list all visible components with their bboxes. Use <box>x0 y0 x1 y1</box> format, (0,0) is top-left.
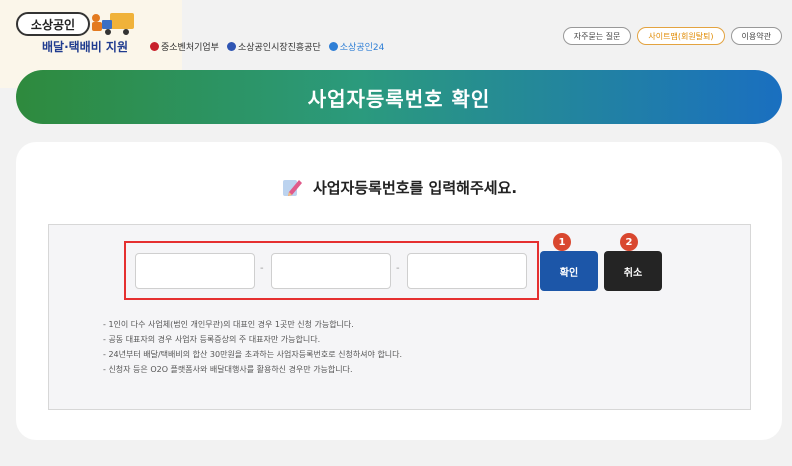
org-logos: 중소벤처기업부 소상공인시장진흥공단 소상공인24 <box>150 40 384 53</box>
site-header: 소상공인 배달·택배비 지원 중소벤처기업부 소상공인시장진흥공단 소상공인24… <box>0 0 792 88</box>
business-number-part1-input[interactable] <box>135 253 255 289</box>
step-badge-1: 1 <box>553 233 571 251</box>
org-sbiz24: 소상공인24 <box>328 40 385 53</box>
business-number-part3-input[interactable] <box>407 253 527 289</box>
government-emblem-icon <box>150 42 159 51</box>
logo-subtitle: 배달·택배비 지원 <box>42 40 129 54</box>
logo-badge: 소상공인 <box>16 12 90 36</box>
faq-link[interactable]: 자주묻는 질문 <box>562 27 632 45</box>
notice-item: 신청자 등은 O2O 플랫폼사와 배달대행사를 활용하신 경우만 가능합니다. <box>103 362 402 377</box>
input-prompt: 사업자등록번호를 입력해주세요. <box>16 176 782 198</box>
org-mss: 중소벤처기업부 <box>150 40 219 53</box>
business-number-form: - - 1 2 확인 취소 1인이 다수 사업체(법인 개인무관)의 대표인 경… <box>48 224 751 410</box>
business-number-part2-input[interactable] <box>271 253 391 289</box>
separator-dash: - <box>396 263 400 274</box>
step-badge-2: 2 <box>620 233 638 251</box>
prompt-text: 사업자등록번호를 입력해주세요. <box>312 178 518 197</box>
confirm-button[interactable]: 확인 <box>540 251 598 291</box>
delivery-truck-icon <box>92 13 134 35</box>
org-sbiz24-label: 소상공인24 <box>339 43 385 53</box>
notice-item: 24년부터 배달/택배비의 합산 30만원을 초과하는 사업자등록번호로 신청하… <box>103 347 402 362</box>
org-mss-label: 중소벤처기업부 <box>161 43 219 53</box>
notice-list: 1인이 다수 사업체(법인 개인무관)의 대표인 경우 1곳만 신청 가능합니다… <box>103 317 402 377</box>
notice-item: 1인이 다수 사업체(법인 개인무관)의 대표인 경우 1곳만 신청 가능합니다… <box>103 317 402 332</box>
semas-logo-icon <box>226 42 236 51</box>
org-semas-label: 소상공인시장진흥공단 <box>237 43 321 53</box>
pencil-icon <box>282 180 302 196</box>
page-title: 사업자등록번호 확인 <box>307 86 491 111</box>
main-card: 사업자등록번호를 입력해주세요. - - 1 2 확인 취소 1인이 다수 사업… <box>16 142 782 440</box>
page-title-banner: 사업자등록번호 확인 <box>16 70 782 124</box>
notice-item: 공동 대표자의 경우 사업자 등록증상의 주 대표자만 가능합니다. <box>103 332 402 347</box>
sitemap-link[interactable]: 사이트맵(회원탈퇴) <box>637 27 725 45</box>
terms-link[interactable]: 이용약관 <box>730 27 782 45</box>
logo-top-text: 소상공인 <box>30 17 76 32</box>
cancel-button[interactable]: 취소 <box>604 251 662 291</box>
org-semas: 소상공인시장진흥공단 <box>226 40 321 53</box>
sbiz24-logo-icon <box>328 42 338 51</box>
top-links: 자주묻는 질문 사이트맵(회원탈퇴) 이용약관 <box>562 27 782 45</box>
separator-dash: - <box>260 263 264 274</box>
